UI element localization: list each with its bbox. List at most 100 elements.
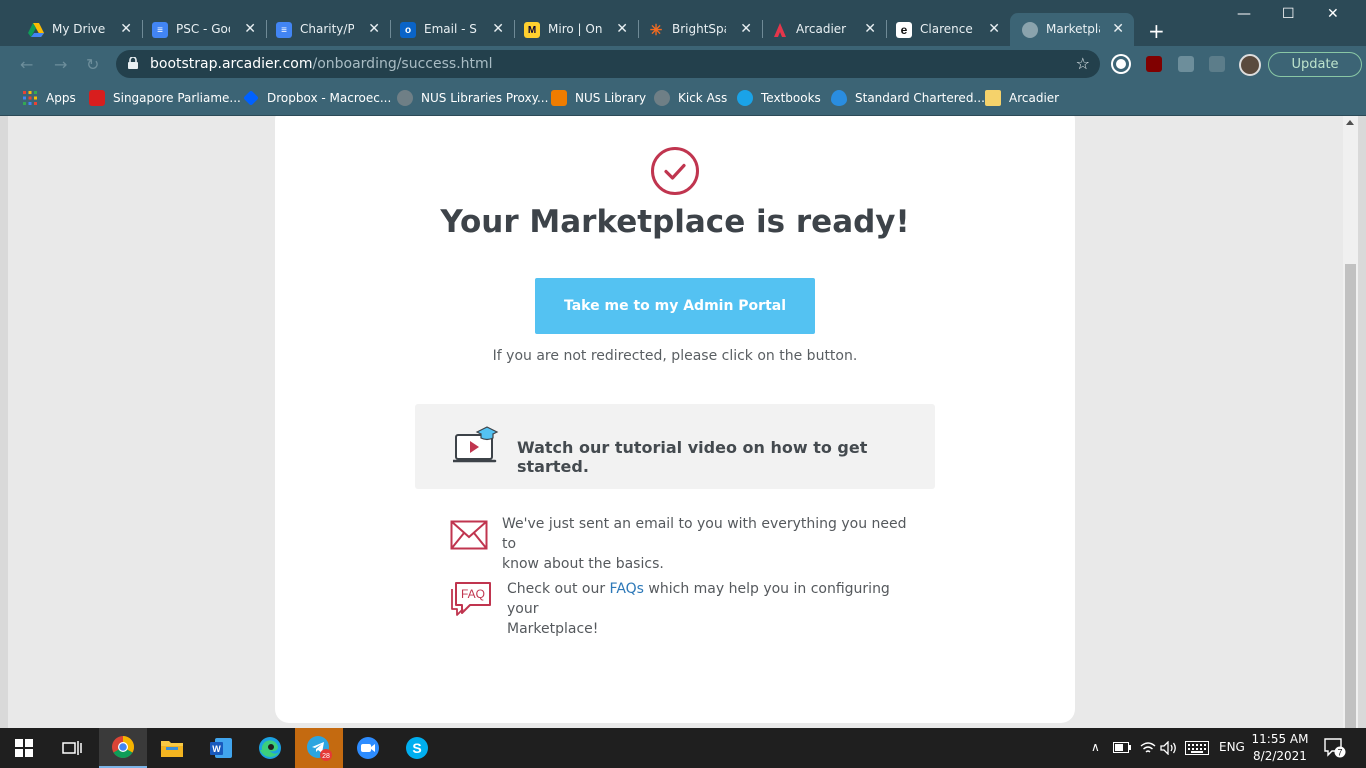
tab-title: PSC - Google <box>176 22 230 36</box>
tab-title: Miro | Onlin <box>548 22 602 36</box>
tab-brightspark[interactable]: ✳ BrightSpark ✕ <box>638 13 762 46</box>
bookmark-standard-chartered[interactable]: Standard Chartered... <box>831 90 985 106</box>
parliament-icon <box>89 90 105 106</box>
tab-psc[interactable]: ≡ PSC - Google ✕ <box>142 13 266 46</box>
taskbar-zoom[interactable] <box>344 728 392 768</box>
profile-avatar[interactable] <box>1239 54 1261 76</box>
tab-title: Charity/Phi <box>300 22 354 36</box>
clock-date: 8/2/2021 <box>1253 749 1307 763</box>
bookmark-singapore-parliament[interactable]: Singapore Parliame... <box>89 90 241 106</box>
google-docs-icon: ≡ <box>152 22 168 38</box>
extension-c-icon[interactable] <box>1178 56 1194 72</box>
taskbar-skype[interactable]: S <box>393 728 441 768</box>
google-docs-icon: ≡ <box>276 22 292 38</box>
tab-title: BrightSpark <box>672 22 726 36</box>
bookmark-star-icon[interactable]: ☆ <box>1076 54 1090 73</box>
taskbar-chrome[interactable] <box>99 728 147 768</box>
volume-icon[interactable] <box>1160 741 1178 755</box>
admin-portal-button[interactable]: Take me to my Admin Portal <box>535 278 815 334</box>
tab-arcadier-su[interactable]: Arcadier Su ✕ <box>762 13 886 46</box>
close-tab-icon[interactable]: ✕ <box>864 21 876 37</box>
notification-center-icon[interactable]: 7 <box>1324 738 1346 758</box>
taskbar-telegram[interactable]: 28 <box>295 728 343 768</box>
update-button[interactable]: Update <box>1268 52 1362 77</box>
email-info-line: We've just sent an email to you with eve… <box>502 516 907 552</box>
tutorial-video-banner[interactable]: Watch our tutorial video on how to get s… <box>415 404 935 489</box>
close-tab-icon[interactable]: ✕ <box>1112 21 1124 37</box>
bookmark-label: Arcadier <box>1009 91 1060 105</box>
arcadier-icon <box>774 23 786 37</box>
tab-clarence[interactable]: e Clarence Si ✕ <box>886 13 1010 46</box>
close-tab-icon[interactable]: ✕ <box>988 21 1000 37</box>
close-tab-icon[interactable]: ✕ <box>740 21 752 37</box>
wifi-icon[interactable] <box>1140 741 1156 755</box>
tab-marketplace[interactable]: Marketplac ✕ <box>1010 13 1134 46</box>
taskbar-file-explorer[interactable] <box>148 728 196 768</box>
faq-info-line: Marketplace! <box>507 621 599 637</box>
reload-button[interactable]: ↻ <box>86 55 99 74</box>
url-path: /onboarding/success.html <box>312 56 493 72</box>
email-info-row: We've just sent an email to you with eve… <box>450 514 920 572</box>
start-button[interactable] <box>0 728 48 768</box>
extension-target-icon[interactable] <box>1113 56 1129 72</box>
close-window-button[interactable]: ✕ <box>1327 6 1339 22</box>
language-indicator[interactable]: ENG <box>1219 740 1245 754</box>
bookmark-label: NUS Library <box>575 91 647 105</box>
keyboard-icon[interactable] <box>1185 741 1209 755</box>
bookmark-label: Dropbox - Macroec... <box>267 91 392 105</box>
folder-icon <box>985 90 1001 106</box>
outlook-icon: o <box>400 22 416 38</box>
bookmarks-bar: Apps Singapore Parliame... Dropbox - Mac… <box>0 82 1366 116</box>
url-text: bootstrap.arcadier.com/onboarding/succes… <box>150 56 493 72</box>
windows-logo-icon <box>15 739 33 757</box>
close-tab-icon[interactable]: ✕ <box>616 21 628 37</box>
close-tab-icon[interactable]: ✕ <box>368 21 380 37</box>
file-explorer-icon <box>161 741 183 757</box>
window-left-edge <box>0 116 8 728</box>
envelope-icon <box>450 520 488 550</box>
bookmark-textbooks[interactable]: Textbooks <box>737 90 821 106</box>
bookmark-label: Standard Chartered... <box>855 91 985 105</box>
taskbar-word[interactable]: W <box>197 728 245 768</box>
new-tab-button[interactable]: + <box>1148 19 1165 43</box>
lock-icon <box>128 57 138 69</box>
show-hidden-icons-button[interactable]: ∧ <box>1091 740 1100 754</box>
minimize-button[interactable]: — <box>1237 6 1251 22</box>
scroll-up-arrow-icon[interactable] <box>1346 120 1354 125</box>
puzzle-extension-icon[interactable] <box>1209 56 1225 72</box>
bookmark-nus-library[interactable]: NUS Library <box>551 90 646 106</box>
close-tab-icon[interactable]: ✕ <box>492 21 504 37</box>
tab-miro[interactable]: M Miro | Onlin ✕ <box>514 13 638 46</box>
bookmark-dropbox[interactable]: Dropbox - Macroec... <box>243 90 391 106</box>
taskbar-edge[interactable] <box>246 728 294 768</box>
tab-my-drive[interactable]: My Drive - G ✕ <box>18 13 142 46</box>
bookmark-nus-libraries-proxy[interactable]: NUS Libraries Proxy... <box>397 90 548 106</box>
bookmark-apps[interactable]: Apps <box>22 90 76 106</box>
tab-strip: My Drive - G ✕ ≡ PSC - Google ✕ ≡ Charit… <box>0 0 1366 46</box>
tab-charity[interactable]: ≡ Charity/Phi ✕ <box>266 13 390 46</box>
scrollbar-thumb[interactable] <box>1345 264 1356 728</box>
tab-title: Email - Siuf <box>424 22 478 36</box>
page-scrollbar[interactable] <box>1343 116 1358 728</box>
close-tab-icon[interactable]: ✕ <box>120 21 132 37</box>
brightspark-icon: ✳ <box>649 22 663 39</box>
address-bar[interactable]: bootstrap.arcadier.com/onboarding/succes… <box>116 50 1100 78</box>
task-view-button[interactable] <box>48 728 96 768</box>
bookmark-kick-ass[interactable]: Kick Ass <box>654 90 727 106</box>
tab-email[interactable]: o Email - Siuf ✕ <box>390 13 514 46</box>
forward-button[interactable]: → <box>54 55 67 74</box>
apps-grid-icon <box>23 91 37 105</box>
bookmark-arcadier-folder[interactable]: Arcadier <box>985 90 1059 106</box>
faqs-link[interactable]: FAQs <box>610 581 644 597</box>
battery-icon[interactable] <box>1113 742 1131 753</box>
ublock-icon[interactable] <box>1146 56 1162 72</box>
globe-icon <box>654 90 670 106</box>
tutorial-link-text[interactable]: Watch our tutorial video on how to get s… <box>517 438 935 476</box>
back-button[interactable]: ← <box>20 55 33 74</box>
system-clock[interactable]: 11:55 AM 8/2/2021 <box>1248 731 1312 765</box>
dropbox-icon <box>243 90 259 106</box>
tab-title: Arcadier Su <box>796 22 850 36</box>
close-tab-icon[interactable]: ✕ <box>244 21 256 37</box>
redirect-note: If you are not redirected, please click … <box>492 348 858 364</box>
maximize-button[interactable]: ☐ <box>1282 6 1295 22</box>
